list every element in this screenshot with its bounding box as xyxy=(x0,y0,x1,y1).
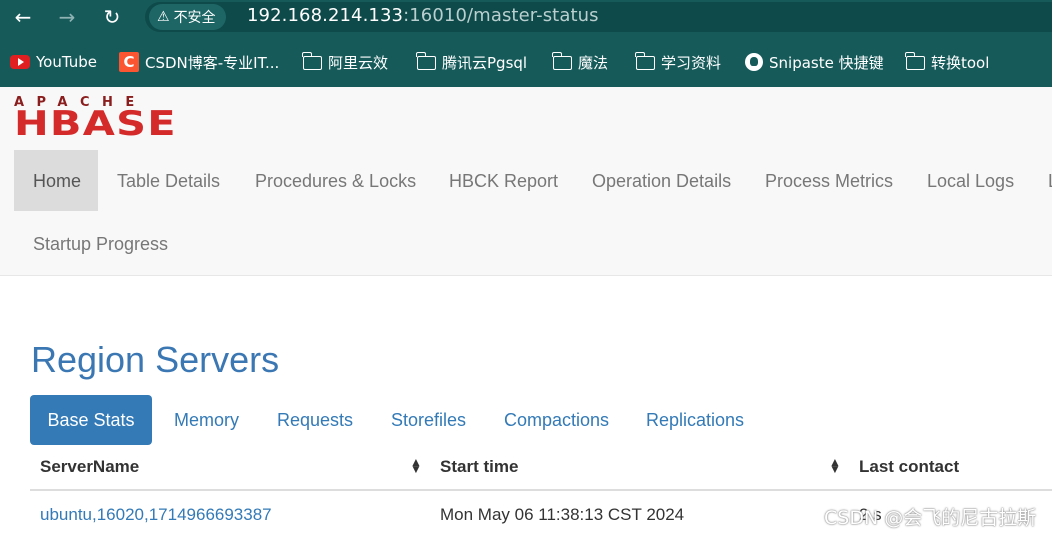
nav-hbck-report[interactable]: HBCK Report xyxy=(449,171,558,192)
url-host: 192.168.214.133 xyxy=(247,5,404,26)
nav-overflow-item[interactable]: L xyxy=(1048,171,1052,192)
folder-icon xyxy=(635,52,655,70)
bookmark-label: 魔法 xyxy=(578,53,609,72)
column-header-start-time[interactable]: Start time xyxy=(440,457,518,477)
tab-compactions[interactable]: Compactions xyxy=(504,395,609,445)
tab-storefiles[interactable]: Storefiles xyxy=(391,395,466,445)
tab-memory[interactable]: Memory xyxy=(174,395,239,445)
url-text[interactable]: 192.168.214.133:16010/master-status xyxy=(247,5,599,26)
nav-table-details[interactable]: Table Details xyxy=(117,171,220,192)
folder-icon xyxy=(416,52,436,70)
folder-icon xyxy=(552,52,572,70)
nav-startup-progress[interactable]: Startup Progress xyxy=(33,234,168,255)
reload-icon[interactable]: ↻ xyxy=(101,5,123,29)
bookmark-study[interactable]: 学习资料 xyxy=(635,51,722,73)
browser-toolbar: ← → ↻ ⚠ 不安全 192.168.214.133:16010/master… xyxy=(0,0,1052,38)
column-header-last-contact[interactable]: Last contact xyxy=(859,457,959,477)
page-content: APACHE HBASE Home Table Details Procedur… xyxy=(0,87,1052,534)
csdn-icon: C xyxy=(119,52,139,72)
hbase-navbar: APACHE HBASE Home Table Details Procedur… xyxy=(0,87,1052,276)
nav-home[interactable]: Home xyxy=(33,171,81,192)
bookmark-tencent-pgsql[interactable]: 腾讯云Pgsql xyxy=(416,51,528,73)
forward-arrow-icon[interactable]: → xyxy=(56,5,78,29)
url-path: :16010/master-status xyxy=(403,5,599,26)
sort-icon[interactable]: ▲ ▼ xyxy=(829,456,841,475)
github-icon xyxy=(745,53,763,71)
nav-process-metrics[interactable]: Process Metrics xyxy=(765,171,893,192)
logo-hbase-text: HBASE xyxy=(14,104,177,144)
start-time-cell: Mon May 06 11:38:13 CST 2024 xyxy=(440,505,685,524)
region-servers-heading: Region Servers xyxy=(31,339,280,380)
tab-replications[interactable]: Replications xyxy=(646,395,744,445)
sort-icon[interactable]: ▲ ▼ xyxy=(410,456,422,475)
bookmark-label: 转换tool xyxy=(931,53,990,72)
warning-triangle-icon: ⚠ xyxy=(157,9,170,25)
watermark: CSDN @会飞的尼古拉斯 xyxy=(824,507,1037,529)
tab-base-stats[interactable]: Base Stats xyxy=(30,395,152,445)
bookmark-label: 腾讯云Pgsql xyxy=(442,53,528,72)
tab-requests[interactable]: Requests xyxy=(277,395,353,445)
folder-icon xyxy=(905,52,925,70)
folder-icon xyxy=(302,52,322,70)
hbase-logo[interactable]: APACHE HBASE xyxy=(14,96,182,141)
bookmark-label: Snipaste 快捷键 xyxy=(769,53,884,72)
bookmarks-bar: YouTube C CSDN博客-专业IT... 阿里云效 腾讯云Pgsql 魔… xyxy=(0,38,1052,87)
security-label: 不安全 xyxy=(173,10,216,26)
security-indicator[interactable]: ⚠ 不安全 xyxy=(149,4,226,30)
nav-local-logs[interactable]: Local Logs xyxy=(927,171,1014,192)
nav-procedures-locks[interactable]: Procedures & Locks xyxy=(255,171,416,192)
bookmark-youtube[interactable]: YouTube xyxy=(10,51,97,73)
bookmark-aliyun[interactable]: 阿里云效 xyxy=(302,51,389,73)
column-header-servername[interactable]: ServerName xyxy=(40,457,139,477)
bookmark-label: 学习资料 xyxy=(661,53,722,72)
back-arrow-icon[interactable]: ← xyxy=(12,5,34,29)
table-header-divider xyxy=(30,489,1052,491)
bookmark-csdn[interactable]: C CSDN博客-专业IT... xyxy=(119,51,279,73)
nav-operation-details[interactable]: Operation Details xyxy=(592,171,731,192)
bookmark-convert-tool[interactable]: 转换tool xyxy=(905,51,990,73)
server-name-link[interactable]: ubuntu,16020,1714966693387 xyxy=(40,505,272,525)
bookmark-label: 阿里云效 xyxy=(328,53,389,72)
bookmark-label: YouTube xyxy=(36,53,97,71)
bookmark-magic[interactable]: 魔法 xyxy=(552,51,609,73)
youtube-icon xyxy=(10,55,30,69)
bookmark-snipaste[interactable]: Snipaste 快捷键 xyxy=(745,51,884,73)
bookmark-label: CSDN博客-专业IT... xyxy=(145,53,280,72)
